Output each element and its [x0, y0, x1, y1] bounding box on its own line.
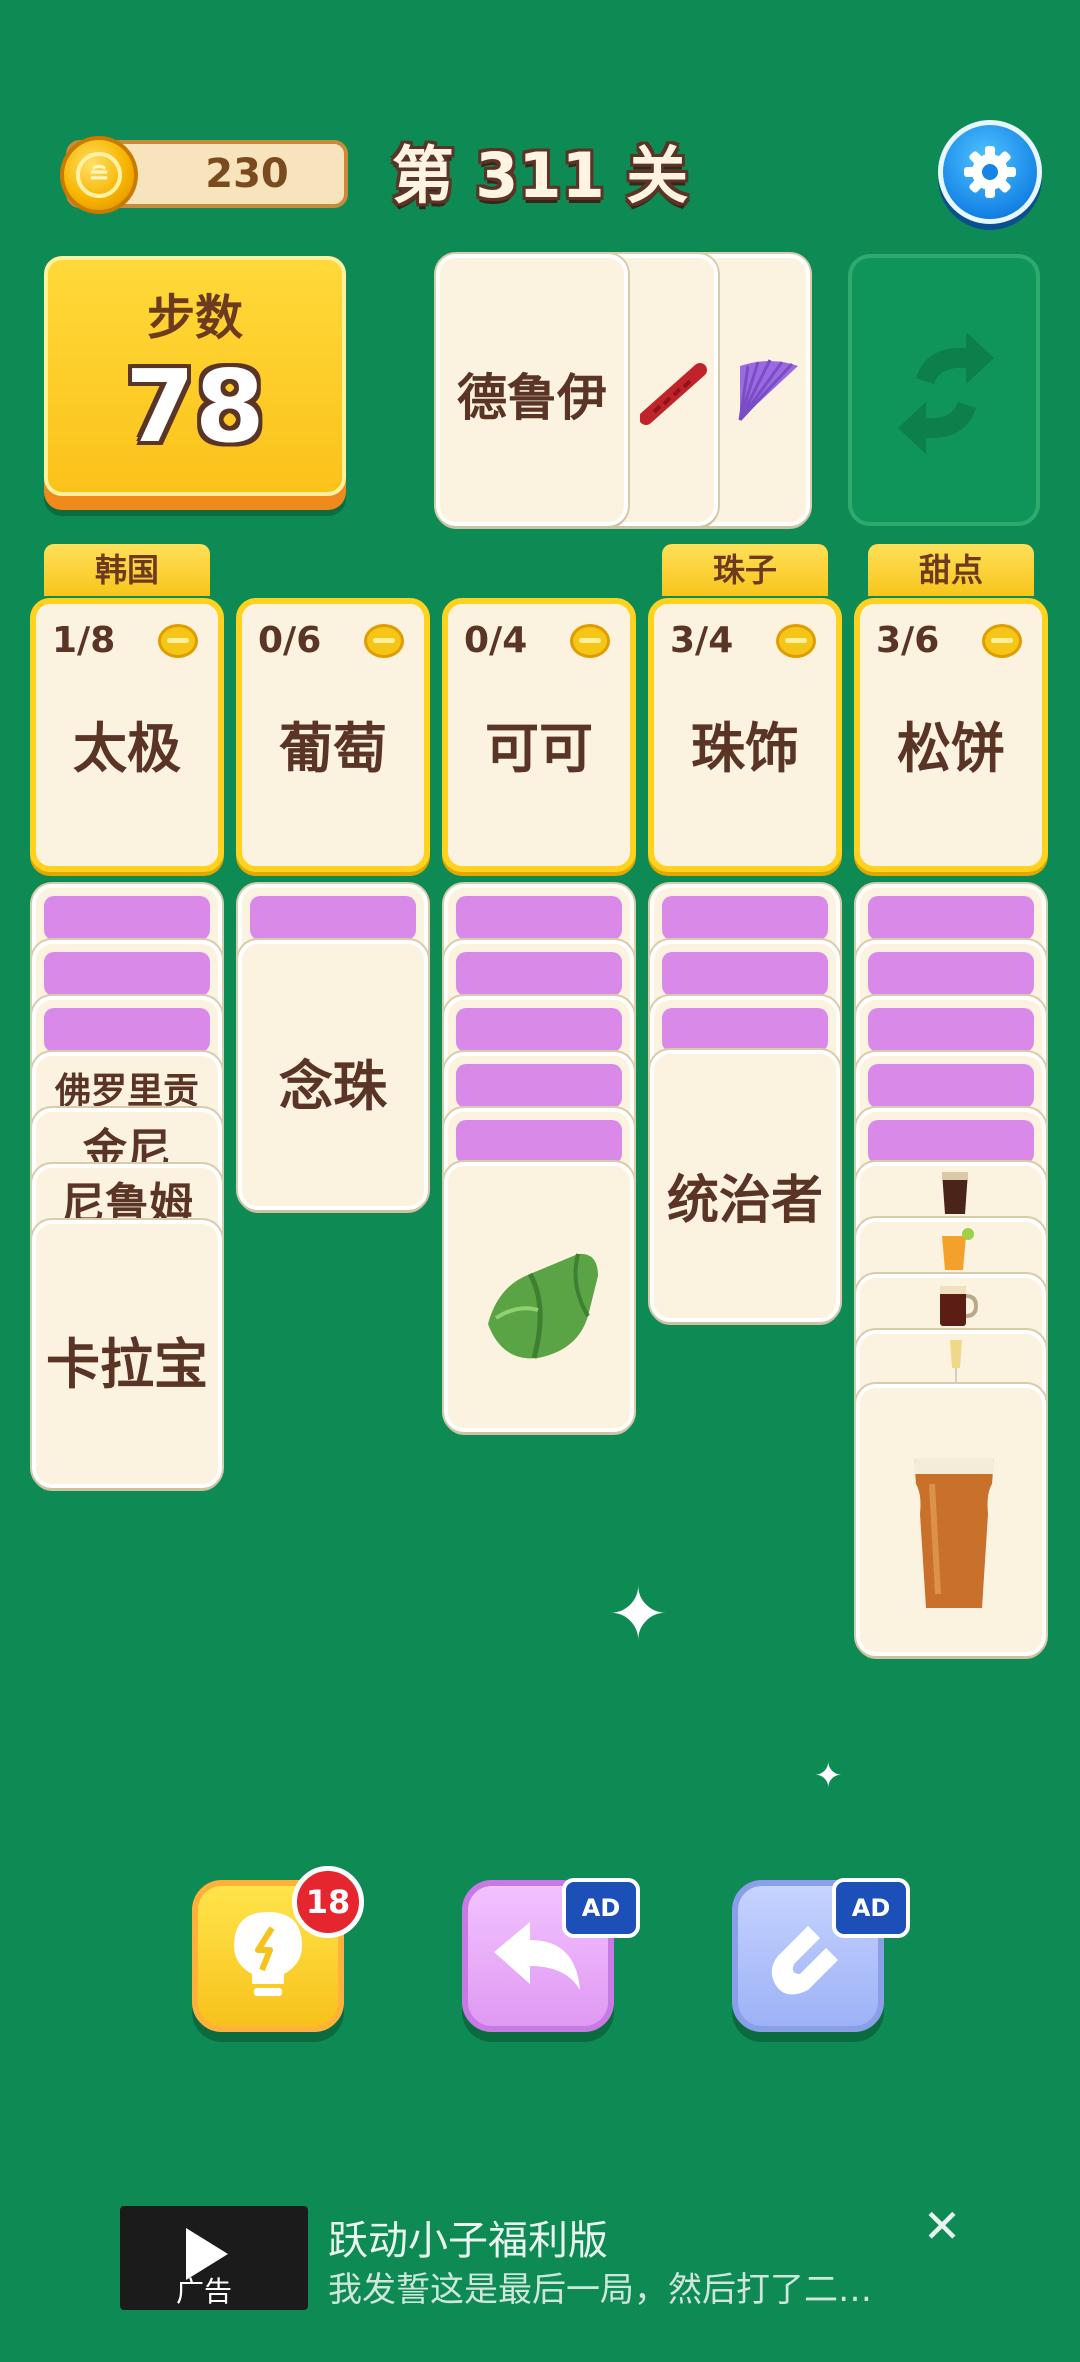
gear-icon [964, 146, 1016, 198]
coin-icon [776, 624, 816, 658]
foundation-slot-5[interactable]: 3/6 松饼 [854, 598, 1048, 872]
recycle-slot[interactable] [848, 254, 1040, 526]
slot-tag-1: 韩国 [44, 544, 210, 596]
slot-label: 松饼 [897, 716, 1005, 780]
column-4-top-card[interactable]: 统治者 [650, 1050, 840, 1322]
coin-icon-glyph: ≘ [76, 152, 122, 198]
card-label: 念珠 [279, 1054, 387, 1118]
coin-icon [158, 624, 198, 658]
level-title: 第 311 关 [391, 139, 689, 212]
card-label: 佛罗里贡 [54, 1070, 199, 1112]
slot-tag-5: 甜点 [868, 544, 1034, 596]
foundation-slot-2[interactable]: 0/6 葡萄 [236, 598, 430, 872]
column-3-top-card[interactable] [444, 1162, 634, 1432]
draw-pile-top-label: 德鲁伊 [457, 368, 607, 427]
coin-icon [364, 624, 404, 658]
green-cloth-icon [488, 1253, 598, 1359]
moves-label: 步数 [146, 290, 243, 346]
slot-progress: 3/4 [670, 620, 734, 661]
foundation-slot-1[interactable]: 1/8 太极 [30, 598, 224, 872]
coin-icon: ≘ [60, 136, 138, 214]
orange-cocktail-icon [942, 1228, 974, 1270]
coin-count: 230 [205, 151, 289, 197]
red-ribbon-icon [640, 363, 707, 425]
ad-description[interactable]: 我发誓这是最后一局，然后打了二… [328, 2262, 908, 2311]
slot-label: 珠饰 [691, 716, 799, 780]
slot-progress: 0/6 [258, 620, 322, 661]
column-2-top-card[interactable]: 念珠 [238, 940, 428, 1210]
slot-label: 葡萄 [279, 716, 387, 780]
close-icon[interactable]: ✕ [916, 2199, 968, 2253]
column-5-top-card[interactable] [856, 1384, 1046, 1656]
sparkle-decoration: ✦ [814, 1756, 843, 1796]
ad-title[interactable]: 跃动小子福利版 [328, 2208, 608, 2266]
lightbulb-icon [234, 1912, 302, 1996]
ad-badge: AD [562, 1878, 640, 1938]
foundation-slot-4[interactable]: 3/4 珠饰 [648, 598, 842, 872]
ad-label: 广告 [176, 2275, 233, 2308]
slot-label: 太极 [73, 716, 181, 780]
dark-beer-mug-icon [940, 1286, 978, 1326]
hint-count-badge: 18 [292, 1866, 364, 1938]
recycle-arrows-icon [898, 332, 994, 454]
foundation-slot-3[interactable]: 0/4 可可 [442, 598, 636, 872]
card-label: 卡拉宝 [46, 1332, 208, 1396]
ad-thumbnail[interactable]: 广告 [120, 2206, 308, 2310]
purple-fan-icon [738, 359, 798, 422]
coin-icon [570, 624, 610, 658]
coin-icon [982, 624, 1022, 658]
dark-beer-glass-icon [942, 1172, 968, 1214]
slot-tag-4: 珠子 [662, 544, 828, 596]
pint-beer-icon [914, 1458, 994, 1608]
moves-count: 78 [125, 348, 265, 465]
column-1-top-card[interactable]: 卡拉宝 [32, 1220, 222, 1488]
sparkle-decoration: ✦ [608, 1572, 669, 1656]
settings-button[interactable] [938, 120, 1042, 224]
slot-progress: 0/4 [464, 620, 528, 661]
slot-progress: 1/8 [52, 620, 116, 661]
card-label: 统治者 [666, 1170, 823, 1231]
draw-pile-top-card[interactable]: 德鲁伊 [436, 254, 628, 526]
moves-panel: 步数 78 [44, 256, 346, 496]
slot-label: 可可 [485, 716, 593, 780]
slot-progress: 3/6 [876, 620, 940, 661]
champagne-glass-icon [950, 1340, 962, 1385]
ad-badge: AD [832, 1878, 910, 1938]
